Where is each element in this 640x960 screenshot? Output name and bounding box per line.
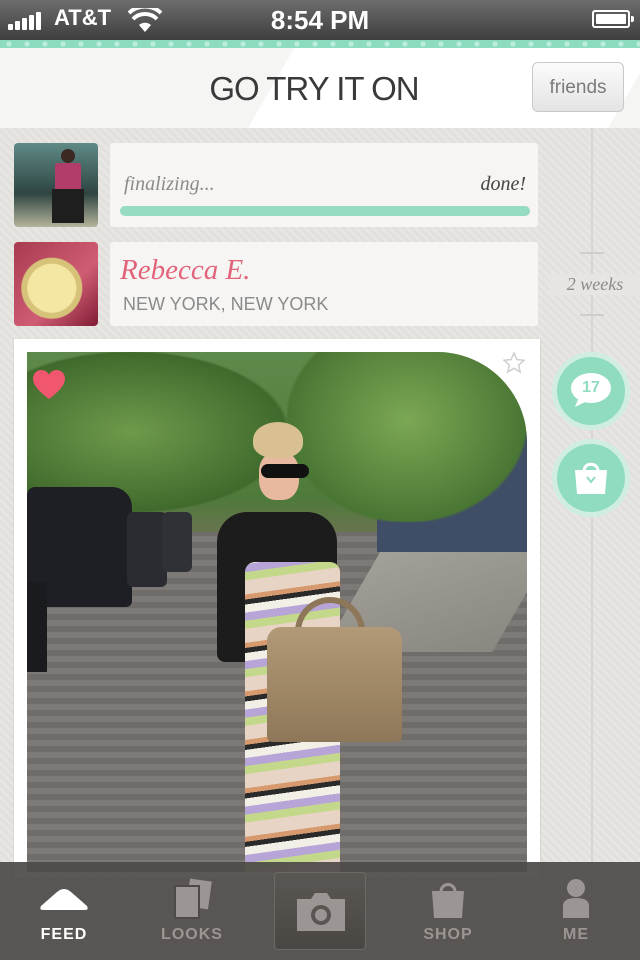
tab-shop[interactable]: SHOP (384, 862, 512, 960)
shopping-bag-icon (575, 462, 607, 494)
user-card[interactable]: Rebecca E. NEW YORK, NEW YORK (110, 242, 538, 326)
heart-icon[interactable] (33, 370, 65, 400)
camera-icon (297, 893, 345, 931)
avatar[interactable] (14, 242, 98, 326)
upload-thumbnail[interactable] (14, 143, 98, 227)
shop-icon (432, 883, 464, 918)
tab-feed[interactable]: FEED (0, 862, 128, 960)
looks-icon (174, 878, 212, 919)
user-name[interactable]: Rebecca E. (120, 254, 250, 287)
star-icon[interactable] (503, 352, 525, 374)
timeline-tick (580, 252, 604, 254)
tab-label: SHOP (423, 926, 473, 943)
shop-look-button[interactable] (557, 444, 625, 512)
tab-bar: FEED LOOKS SHOP ME (0, 862, 640, 960)
comments-button[interactable]: 17 (557, 357, 625, 425)
look-photo-card (14, 339, 540, 879)
look-photo[interactable] (27, 352, 527, 872)
upload-progress-fill (120, 206, 530, 216)
me-icon (563, 879, 589, 918)
comment-count: 17 (582, 379, 600, 396)
tab-looks[interactable]: LOOKS (128, 862, 256, 960)
clock: 8:54 PM (270, 5, 370, 35)
user-location: NEW YORK, NEW YORK (123, 294, 329, 314)
tab-label: LOOKS (161, 926, 223, 943)
upload-progress-card: finalizing... done! (110, 143, 538, 227)
feed-icon (40, 889, 88, 910)
tab-label: FEED (40, 926, 88, 943)
timeline-tick (580, 314, 604, 316)
status-bar: AT&T 8:54 PM (0, 0, 640, 40)
tab-me[interactable]: ME (512, 862, 640, 960)
upload-status: finalizing... (124, 173, 215, 195)
upload-progress-bar (120, 206, 530, 216)
header: GO TRY IT ON friends (0, 48, 640, 128)
battery-icon (592, 10, 634, 28)
decorative-strip (0, 40, 640, 48)
tab-label: ME (563, 926, 589, 943)
post-age: 2 weeks (550, 274, 640, 295)
upload-done: done! (480, 173, 526, 195)
camera-button[interactable] (274, 872, 366, 950)
friends-button[interactable]: friends (532, 62, 624, 112)
